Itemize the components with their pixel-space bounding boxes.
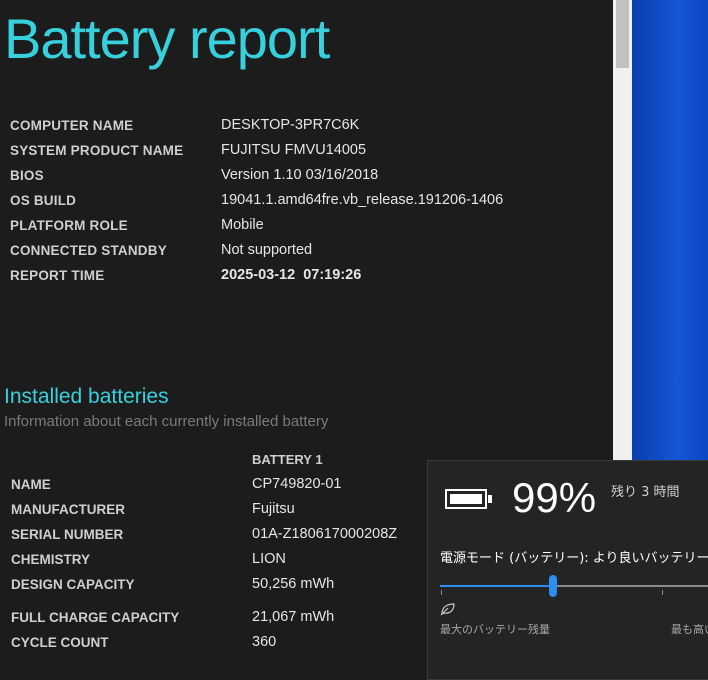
scrollbar-thumb[interactable] [616, 0, 629, 68]
slider-left-label: 最大のバッテリー残量 [440, 623, 550, 636]
value-serial-number: 01A-Z180617000208Z [252, 526, 398, 542]
value-bios: Version 1.10 03/16/2018 [221, 167, 379, 183]
power-mode-label: 電源モード (バッテリー): より良いバッテリー [440, 551, 708, 566]
label-serial-number: SERIAL NUMBER [11, 527, 124, 542]
label-design-capacity: DESIGN CAPACITY [11, 577, 135, 592]
label-bios: BIOS [10, 168, 44, 183]
value-connected-standby: Not supported [221, 242, 313, 258]
battery-percentage: 99% [512, 474, 597, 521]
value-cycle-count: 360 [252, 634, 277, 650]
battery-terminal [488, 495, 492, 503]
value-computer-name: DESKTOP-3PR7C6K [221, 117, 360, 133]
label-connected-standby: CONNECTED STANDBY [10, 243, 167, 258]
value-design-capacity: 50,256 mWh [252, 576, 335, 592]
value-platform-role: Mobile [221, 217, 264, 233]
label-report-time: REPORT TIME [10, 268, 105, 283]
slider-tick [441, 590, 442, 595]
value-report-time: 2025-03-12 07:19:26 [221, 267, 362, 283]
label-manufacturer: MANUFACTURER [11, 502, 125, 517]
label-os-build: OS BUILD [10, 193, 77, 208]
value-os-build: 19041.1.amd64fre.vb_release.191206-1406 [221, 192, 504, 208]
value-manufacturer: Fujitsu [252, 501, 295, 517]
installed-batteries-heading: Installed batteries [4, 385, 169, 408]
value-full-charge-capacity: 21,067 mWh [252, 609, 335, 625]
slider-right-label: 最も高い [671, 623, 708, 636]
installed-batteries-subtitle: Information about each currently install… [4, 413, 329, 430]
power-mode-slider-thumb[interactable] [549, 575, 557, 597]
label-computer-name: COMPUTER NAME [10, 118, 134, 133]
value-chemistry: LION [252, 551, 286, 567]
page-title: Battery report [4, 7, 330, 70]
value-system-product-name: FUJITSU FMVU14005 [221, 142, 367, 158]
leaf-icon [440, 603, 455, 616]
time-remaining: 残り 3 時間 [611, 485, 680, 500]
label-chemistry: CHEMISTRY [11, 552, 91, 567]
battery-1-column-header: BATTERY 1 [252, 452, 323, 467]
battery-icon [445, 489, 487, 509]
power-mode-slider-fill [440, 585, 553, 587]
slider-tick [662, 590, 663, 595]
label-full-charge-capacity: FULL CHARGE CAPACITY [11, 610, 180, 625]
label-platform-role: PLATFORM ROLE [10, 218, 128, 233]
label-system-product-name: SYSTEM PRODUCT NAME [10, 143, 184, 158]
label-cycle-count: CYCLE COUNT [11, 635, 109, 650]
label-name: NAME [11, 477, 51, 492]
value-name: CP749820-01 [252, 476, 342, 492]
